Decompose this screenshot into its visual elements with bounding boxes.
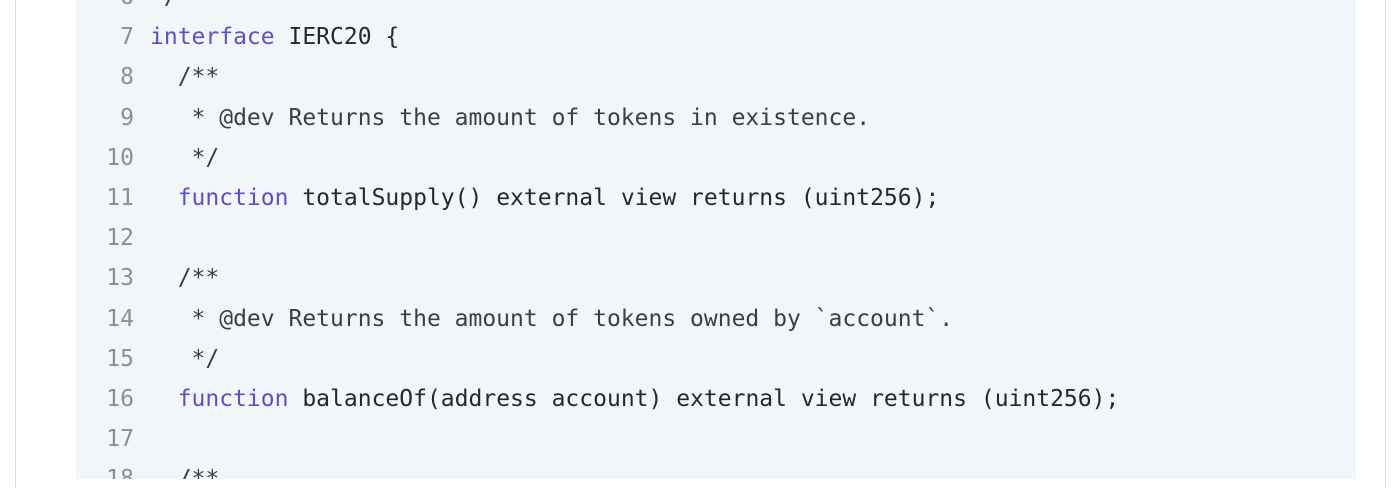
line-number: 11 [106,184,134,211]
code-text: balanceOf(address account) external view… [288,385,1120,412]
code-lines: 6*/ 7interface IERC20 { 8 /** 9 * @dev R… [76,0,1119,479]
code-text: /** [150,64,220,91]
code-line: 9 * @dev Returns the amount of tokens in… [76,98,1119,138]
code-text: /** [150,265,220,292]
line-number: 13 [106,265,134,292]
line-number: 10 [106,144,134,171]
code-line: 16 function balanceOf(address account) e… [76,379,1119,419]
line-number: 7 [120,24,134,51]
code-line: 11 function totalSupply() external view … [76,178,1119,218]
code-line: 8 /** [76,57,1119,97]
code-line: 17 [76,419,1119,459]
code-line: 12 [76,218,1119,258]
code-line: 13 /** [76,258,1119,298]
code-line: 18 /** [76,459,1119,479]
code-text: totalSupply() external view returns (uin… [288,184,940,211]
code-text: */ [150,345,220,372]
code-line: 7 interface IERC20 { [76,17,1119,57]
code-text: * @dev Returns the amount of tokens owne… [150,305,954,332]
line-number: 6 [76,0,134,17]
code-line: 15 */ [76,339,1119,379]
code-line: 10 */ [76,138,1119,178]
code-text: */ [150,144,220,171]
code-block: 6*/ 7interface IERC20 { 8 /** 9 * @dev R… [76,0,1356,479]
keyword: function [150,385,289,412]
line-number: 9 [120,104,134,131]
code-line: 6*/ [76,0,1119,17]
code-text: * @dev Returns the amount of tokens in e… [150,104,871,131]
line-number: 14 [106,305,134,332]
code-text: */ [134,0,178,17]
code-text: IERC20 { [274,24,400,51]
page-frame: 6*/ 7interface IERC20 { 8 /** 9 * @dev R… [15,0,1386,488]
line-number: 18 [76,459,134,479]
line-number: 17 [106,426,134,453]
line-number: 12 [106,225,134,252]
line-number: 16 [106,385,134,412]
keyword: interface [150,24,275,51]
keyword: function [150,184,289,211]
line-number: 8 [120,64,134,91]
line-number: 15 [106,345,134,372]
code-line: 14 * @dev Returns the amount of tokens o… [76,299,1119,339]
code-text: /** [134,459,220,479]
